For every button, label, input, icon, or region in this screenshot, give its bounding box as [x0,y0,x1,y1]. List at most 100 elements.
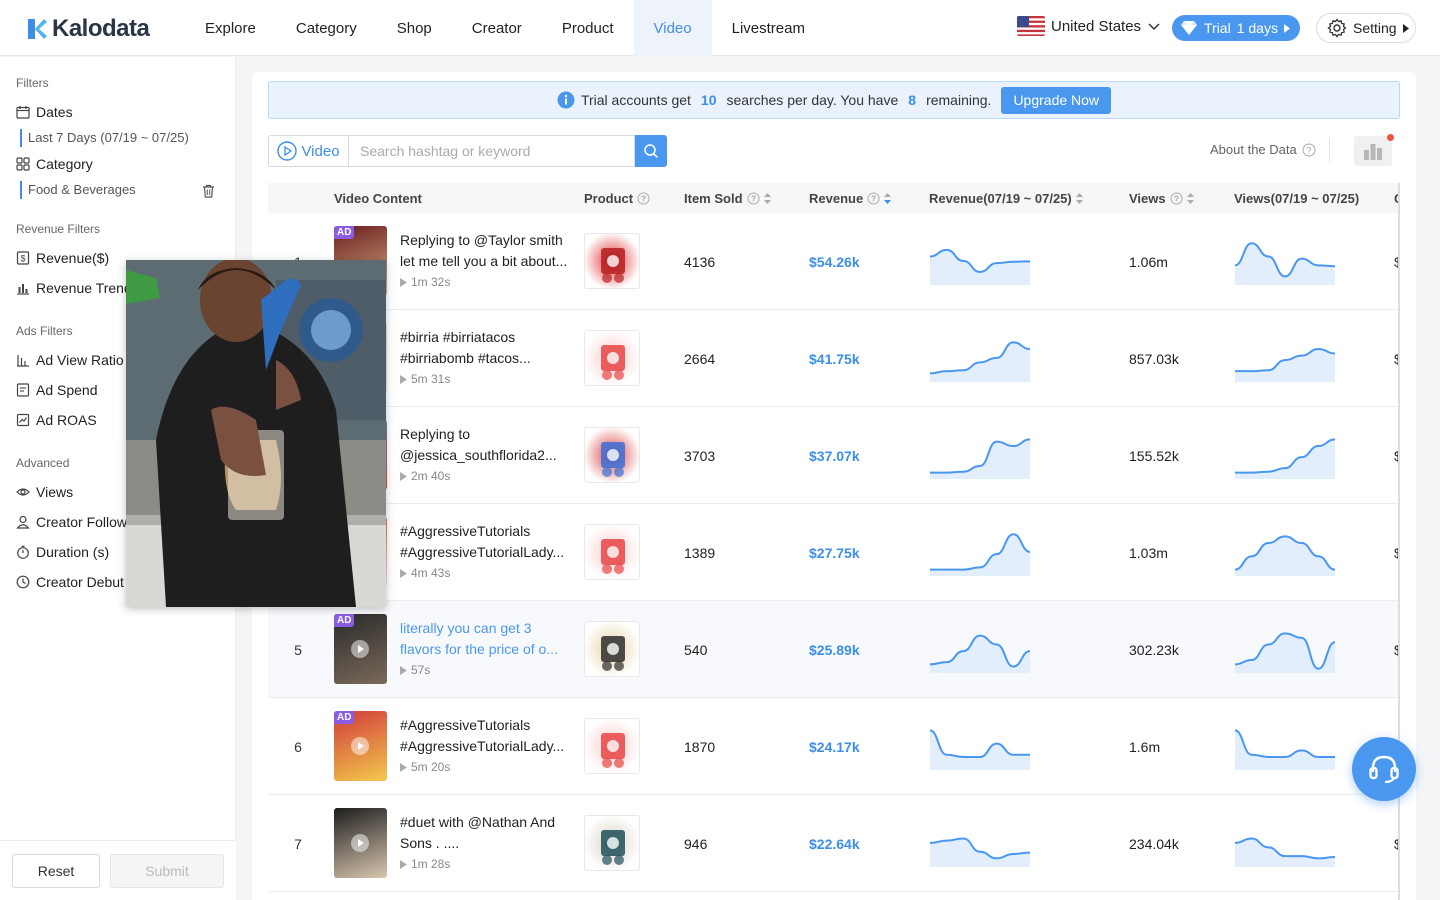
dates-filter[interactable]: Dates [16,104,73,120]
dates-value[interactable]: Last 7 Days (07/19 ~ 07/25) [20,129,189,147]
video-title[interactable]: #birria #birriatacos #birriabomb #tacos.… [400,327,568,369]
item-sold-value: 4136 [684,253,716,270]
play-icon [400,859,407,869]
row-rank: 6 [294,738,302,755]
views-value: 155.52k [1129,447,1179,464]
ad-badge: AD [334,614,355,627]
video-title[interactable]: Replying to @Taylor smith let me tell yo… [400,230,568,272]
video-thumbnail[interactable]: AD [334,614,387,684]
sort-icon[interactable] [1186,192,1194,204]
th-revenue[interactable]: Revenue ? [809,183,892,213]
sparkline-area [1235,838,1335,867]
help-circle-icon[interactable]: ? [746,191,760,205]
nav-livestream[interactable]: Livestream [712,0,825,56]
product-graphic [601,636,625,671]
duration-filter[interactable]: Duration (s) [16,544,109,560]
product-image[interactable] [584,427,640,483]
video-preview-popup[interactable] [126,260,386,607]
category-value[interactable]: Food & Beverages [20,181,136,199]
revenue-trend-filter[interactable]: Revenue Trend [16,280,132,296]
views-trend-sparkline [1235,535,1335,576]
product-image[interactable] [584,621,640,677]
revenue-trend-sparkline [930,729,1030,770]
revenue-value: $27.75k [809,544,860,561]
sort-icon[interactable] [1075,192,1083,204]
ad-spend-filter[interactable]: Ad Spend [16,382,98,398]
caret-right-icon [1283,23,1290,33]
table-row[interactable]: 4 #AggressiveTutorials #AggressiveTutori… [268,504,1400,601]
help-circle-icon[interactable]: ? [867,191,880,205]
nav-category[interactable]: Category [276,0,377,56]
top-navbar: Kalodata Explore Category Shop Creator P… [0,0,1440,56]
reset-button[interactable]: Reset [12,854,100,888]
nav-explore[interactable]: Explore [185,0,276,56]
setting-button[interactable]: Setting [1316,13,1416,43]
table-row[interactable]: 5 AD literally you can get 3 flavors for… [268,601,1400,698]
sparkline-area [930,249,1030,285]
row-rank: 5 [294,641,302,658]
about-the-data-link[interactable]: About the Data ? [1210,142,1316,157]
sort-desc-icon[interactable] [884,192,892,204]
search-bar: Video [268,135,667,167]
product-image[interactable] [584,524,640,580]
video-info: Replying to @jessica_southflorida2... 2m… [400,424,568,483]
table-row[interactable]: 7 #duet with @Nathan And Sons . .... 1m … [268,795,1400,892]
product-graphic [601,345,625,380]
search-button[interactable] [635,135,667,167]
views-filter[interactable]: Views [16,484,73,500]
trash-icon[interactable] [202,184,215,198]
th-item-sold[interactable]: Item Sold ? [684,183,771,213]
views-trend-sparkline [1235,438,1335,479]
table-row[interactable]: 2 #birria #birriatacos #birriabomb #taco… [268,310,1400,407]
th-item-sold-label: Item Sold [684,190,743,206]
svg-text:?: ? [871,193,876,203]
country-selector[interactable]: United States [1017,16,1161,36]
product-image[interactable] [584,233,640,289]
support-chat-button[interactable] [1352,737,1416,801]
table-row[interactable]: 3 Replying to @jessica_southflorida2... … [268,407,1400,504]
help-circle-icon[interactable]: ? [1170,191,1183,205]
table-row[interactable]: 6 AD #AggressiveTutorials #AggressiveTut… [268,698,1400,795]
product-image[interactable] [584,718,640,774]
search-input[interactable] [348,135,635,167]
video-duration: 5m 31s [400,372,568,386]
item-sold-value: 3703 [684,447,716,464]
submit-button[interactable]: Submit [110,854,224,888]
nav-shop[interactable]: Shop [377,0,452,56]
ad-roas-filter[interactable]: Ad ROAS [16,412,97,428]
video-info: #AggressiveTutorials #AggressiveTutorial… [400,521,568,580]
video-title[interactable]: #AggressiveTutorials #AggressiveTutorial… [400,521,568,563]
video-duration: 5m 20s [400,760,568,774]
logo[interactable]: Kalodata [26,15,150,43]
video-title[interactable]: #AggressiveTutorials #AggressiveTutorial… [400,715,568,757]
trial-badge[interactable]: Trial 1 days [1172,15,1300,41]
video-title[interactable]: Replying to @jessica_southflorida2... [400,424,568,466]
upgrade-now-button[interactable]: Upgrade Now [1001,86,1112,114]
table-row[interactable]: 1 AD Replying to @Taylor smith let me te… [268,213,1400,310]
th-revenue-range[interactable]: Revenue(07/19 ~ 07/25) [929,183,1083,213]
ad-view-ratio-filter[interactable]: Ad View Ratio [16,352,124,368]
views-trend-sparkline [1235,242,1335,285]
search-type-selector[interactable]: Video [268,135,348,167]
play-icon [400,665,407,675]
product-image[interactable] [584,815,640,871]
nav-creator[interactable]: Creator [452,0,542,56]
video-title[interactable]: #duet with @Nathan And Sons . .... [400,812,568,854]
nav-product[interactable]: Product [542,0,634,56]
product-image[interactable] [584,330,640,386]
export-button[interactable] [1354,134,1394,166]
revenue-filter[interactable]: $ Revenue($) [16,250,109,266]
th-views[interactable]: Views ? [1129,183,1194,213]
sort-icon[interactable] [763,192,771,204]
video-title[interactable]: literally you can get 3 flavors for the … [400,618,568,660]
video-thumbnail[interactable]: AD [334,711,387,781]
banner-search-count: 10 [700,92,717,108]
category-filter[interactable]: Category [16,156,93,172]
svg-text:?: ? [641,193,646,203]
creator-debut-filter[interactable]: Creator Debut [16,574,124,590]
play-icon [400,277,407,287]
video-thumbnail[interactable] [334,808,387,878]
nav-video[interactable]: Video [633,0,712,56]
trial-label: Trial [1204,20,1231,36]
help-circle-icon[interactable]: ? [637,191,650,205]
